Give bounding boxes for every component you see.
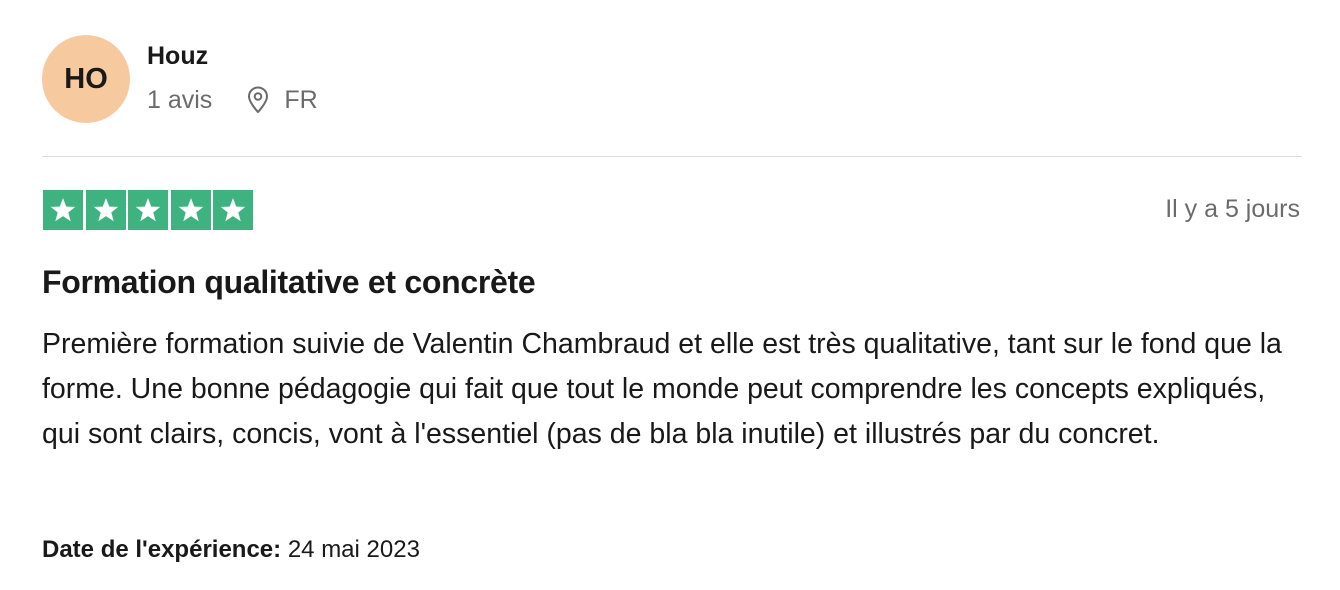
consumer-name[interactable]: Houz [147, 41, 318, 71]
experience-date-label: Date de l'expérience: [42, 536, 282, 563]
star-icon [170, 190, 211, 230]
review-date: Il y a 5 jours [1165, 195, 1300, 223]
experience-date-value: 24 mai 2023 [287, 536, 420, 563]
review-card: HO Houz 1 avis FR Il y a 5 jours Formati… [0, 0, 1340, 590]
consumer-info: Houz 1 avis FR [147, 35, 318, 115]
consumer-country: FR [284, 86, 318, 114]
location-pin-icon [246, 85, 272, 115]
star-icon [85, 190, 126, 230]
review-title[interactable]: Formation qualitative et concrète [42, 262, 536, 302]
star-icon [43, 190, 83, 230]
review-body: Première formation suivie de Valentin Ch… [42, 328, 1282, 450]
avatar: HO [42, 35, 130, 123]
star-icon [128, 190, 168, 230]
experience-date: Date de l'expérience: 24 mai 2023 [42, 535, 420, 565]
divider [42, 156, 1302, 157]
consumer-meta: 1 avis FR [147, 85, 318, 115]
consumer-profile-link[interactable]: HO Houz 1 avis FR [42, 35, 318, 123]
review-count: 1 avis [147, 86, 213, 114]
star-rating [43, 190, 256, 230]
star-icon [213, 190, 253, 230]
